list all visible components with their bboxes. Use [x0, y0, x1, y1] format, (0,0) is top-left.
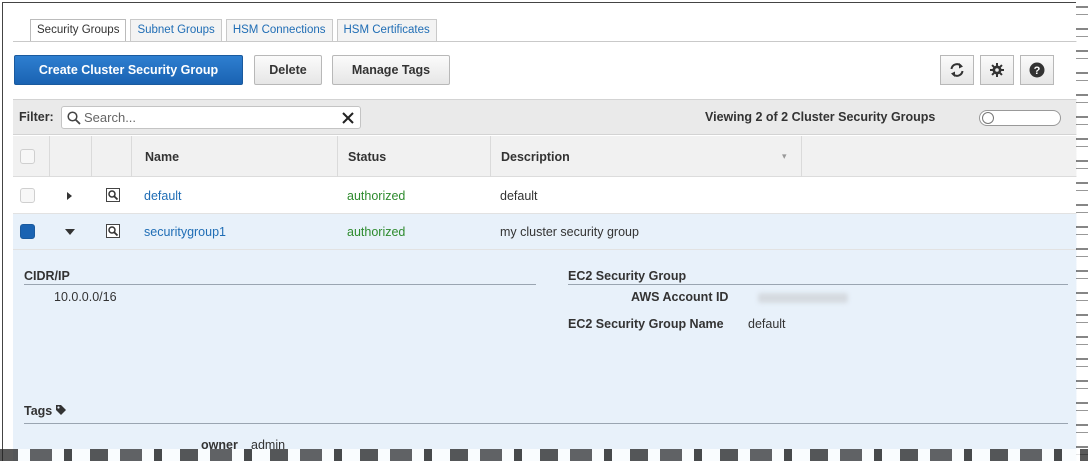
description-text: my cluster security group [500, 225, 639, 239]
column-separator [49, 136, 50, 177]
search-box [61, 106, 361, 129]
tab-hsm-connections[interactable]: HSM Connections [225, 19, 333, 41]
filter-label: Filter: [19, 110, 54, 124]
tabs-divider [13, 41, 1077, 42]
search-input[interactable] [84, 109, 334, 126]
refresh-button[interactable] [940, 55, 974, 85]
torn-edge-right [1076, 0, 1088, 461]
column-separator [131, 136, 132, 177]
status-text: authorized [347, 225, 406, 239]
cidr-ip-value: 10.0.0.0/16 [54, 290, 117, 304]
security-group-name-link[interactable]: default [144, 189, 182, 203]
create-cluster-security-group-button[interactable]: Create Cluster Security Group [14, 55, 243, 85]
view-details-icon[interactable] [106, 224, 120, 238]
settings-button[interactable] [980, 55, 1014, 85]
toggle-knob [982, 112, 994, 124]
expand-caret-icon[interactable] [67, 192, 72, 200]
table-header: Name Status Description ▾ [13, 136, 1077, 177]
redacted-account-id [758, 293, 848, 303]
search-icon [67, 111, 81, 125]
table-row[interactable]: default authorized default [13, 178, 1077, 214]
ec2-security-group-name-link[interactable]: default [748, 317, 786, 331]
view-details-icon[interactable] [106, 188, 120, 202]
table-row[interactable]: securitygroup1 authorized my cluster sec… [13, 214, 1077, 250]
torn-edge-bottom [0, 449, 1088, 461]
aws-account-id-label: AWS Account ID [631, 290, 729, 304]
pagination-toggle[interactable] [979, 110, 1061, 126]
detail-panel: CIDR/IP 10.0.0.0/16 EC2 Security Group A… [13, 250, 1077, 461]
tag-icon [56, 405, 66, 415]
filter-bar: Filter: Viewing 2 of 2 Cluster Security … [13, 99, 1077, 135]
row-checkbox[interactable] [20, 224, 35, 239]
column-header-name[interactable]: Name [145, 150, 179, 164]
column-separator [337, 136, 338, 177]
viewing-count: Viewing 2 of 2 Cluster Security Groups [705, 110, 936, 124]
description-text: default [500, 189, 538, 203]
tab-subnet-groups[interactable]: Subnet Groups [130, 19, 222, 41]
select-all-checkbox[interactable] [20, 149, 35, 164]
tab-hsm-certificates[interactable]: HSM Certificates [336, 19, 437, 41]
section-divider [568, 284, 1068, 285]
column-separator [490, 136, 491, 177]
tab-security-groups[interactable]: Security Groups [30, 19, 127, 42]
security-group-name-link[interactable]: securitygroup1 [144, 225, 226, 239]
ec2-security-group-name-label: EC2 Security Group Name [568, 317, 724, 331]
delete-button[interactable]: Delete [254, 55, 322, 85]
tags-header: Tags [24, 404, 53, 418]
gear-icon [990, 63, 1004, 77]
section-divider [24, 284, 536, 285]
sort-caret-icon[interactable]: ▾ [782, 151, 787, 162]
column-separator [91, 136, 92, 177]
help-icon: ? [1029, 62, 1045, 78]
section-divider [24, 423, 1068, 424]
column-header-description[interactable]: Description [501, 150, 570, 164]
column-separator [801, 136, 802, 177]
row-checkbox[interactable] [20, 188, 35, 203]
cidr-ip-header: CIDR/IP [24, 269, 70, 283]
tab-bar: Security Groups Subnet Groups HSM Connec… [30, 19, 437, 42]
ec2-security-group-header: EC2 Security Group [568, 269, 687, 283]
manage-tags-button[interactable]: Manage Tags [332, 55, 450, 85]
refresh-icon [950, 63, 964, 77]
svg-text:?: ? [1034, 65, 1041, 77]
status-text: authorized [347, 189, 406, 203]
collapse-caret-icon[interactable] [65, 229, 75, 235]
clear-search-icon[interactable] [342, 112, 354, 124]
column-header-status[interactable]: Status [348, 150, 386, 164]
help-button[interactable]: ? [1020, 55, 1054, 85]
